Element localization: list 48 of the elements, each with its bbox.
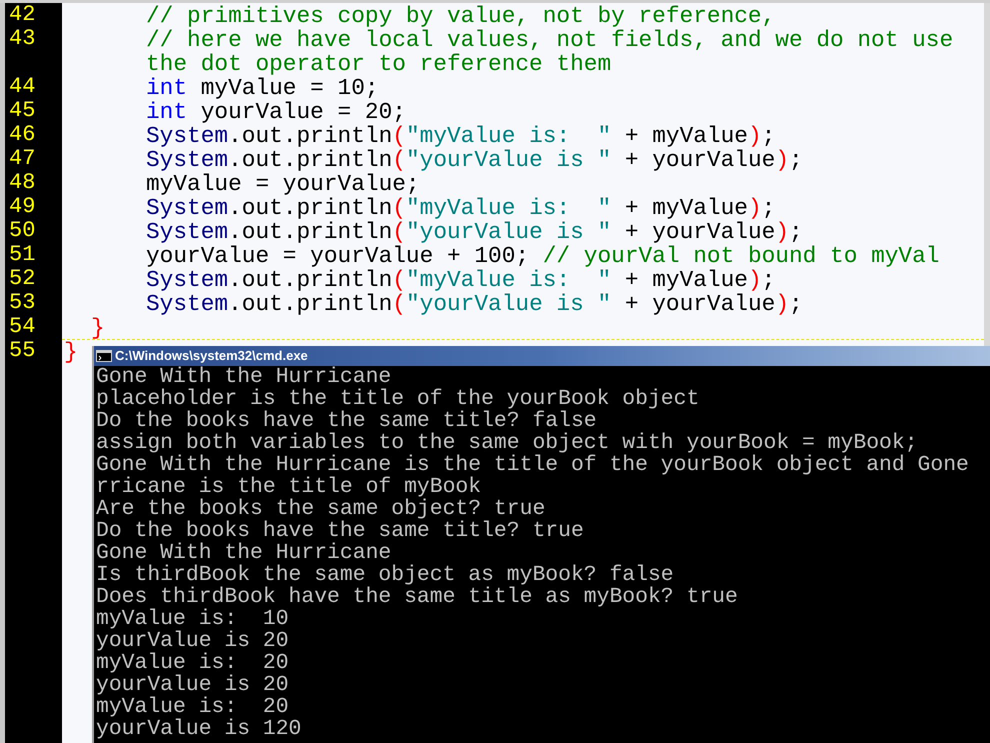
console-output-line: placeholder is the title of the yourBook object: [96, 388, 700, 410]
line-number: 50: [9, 218, 36, 243]
console-output-line: Do the books have the same title? true: [96, 520, 584, 542]
code-line: myValue = yourValue;: [146, 171, 420, 197]
console-output-line: Gone With the Hurricane is the title of the yourBook object and Gone: [96, 454, 969, 476]
console-output-line: Does thirdBook have the same title as myBook? true: [96, 586, 738, 608]
console-output-line: assign both variables to the same object with yourBook = myBook;: [96, 432, 918, 454]
line-number: 52: [9, 266, 36, 291]
console-output-line: Gone With the Hurricane: [96, 542, 392, 564]
line-number: 55: [9, 338, 36, 363]
line-number: 47: [9, 146, 36, 171]
code-line: yourValue = yourValue + 100; // yourVal not bound to myVal: [146, 243, 940, 269]
code-line: int yourValue = 20;: [146, 99, 406, 125]
console-output-line: yourValue is 20: [96, 674, 289, 696]
console-output-line: myValue is: 10: [96, 608, 289, 630]
code-line: // here we have local values, not fields, and we do not use: [146, 27, 954, 53]
line-number: 42: [9, 2, 36, 27]
console-output-line: Do the books have the same title? false: [96, 410, 597, 432]
console-output-line: yourValue is 20: [96, 630, 289, 652]
code-line: }: [91, 315, 105, 341]
code-line: System.out.println("yourValue is " + yourValue);: [146, 219, 803, 245]
line-number: 51: [9, 242, 36, 267]
console-output-line: Are the books the same object? true: [96, 498, 546, 520]
line-number: 46: [9, 122, 36, 147]
code-line: int myValue = 10;: [146, 75, 379, 101]
window-title: C:\Windows\system32\cmd.exe: [115, 347, 308, 365]
console-output-line: myValue is: 20: [96, 652, 289, 674]
code-line: System.out.println("myValue is: " + myValue);: [146, 123, 776, 149]
console-output-line: Is thirdBook the same object as myBook? false: [96, 564, 674, 586]
code-line: }: [64, 339, 78, 365]
line-number: 43: [9, 26, 36, 51]
code-line: System.out.println("yourValue is " + yourValue);: [146, 291, 803, 317]
console-output-line: myValue is: 20: [96, 696, 289, 718]
code-line: System.out.println("myValue is: " + myValue);: [146, 267, 776, 293]
line-number: 45: [9, 98, 36, 123]
console-output-line: yourValue is 120: [96, 718, 302, 740]
line-number: 44: [9, 74, 36, 99]
line-number: 48: [9, 170, 36, 195]
console-output-line: rricane is the title of myBook: [96, 476, 482, 498]
code-line: System.out.println("yourValue is " + yourValue);: [146, 147, 803, 173]
code-line: System.out.println("myValue is: " + myValue);: [146, 195, 776, 221]
code-line: the dot operator to reference them: [146, 51, 612, 77]
code-line: // primitives copy by value, not by reference,: [146, 3, 776, 29]
console-output-line: Gone With the Hurricane: [96, 366, 392, 388]
line-number: 53: [9, 290, 36, 315]
line-number: 49: [9, 194, 36, 219]
terminal-icon: [96, 350, 112, 362]
line-number: 54: [9, 314, 36, 339]
